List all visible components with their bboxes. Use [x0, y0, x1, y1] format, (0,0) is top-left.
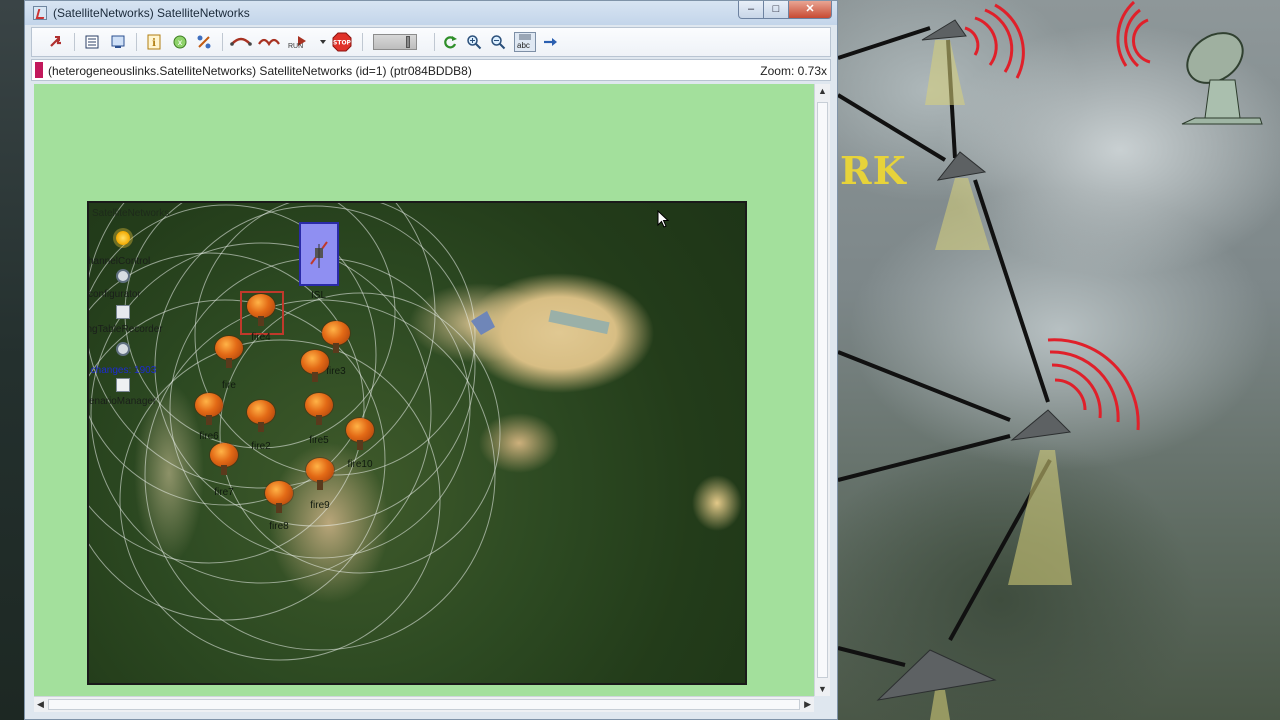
- network-area[interactable]: SatelliteNetworks channelControl configu…: [87, 201, 747, 685]
- tree-icon: [304, 393, 334, 427]
- app-icon: [33, 6, 47, 20]
- network-canvas[interactable]: SatelliteNetworks channelControl configu…: [34, 84, 814, 696]
- horizontal-scrollbar[interactable]: ◀ ▶: [34, 696, 814, 712]
- transmission-range-rings: [89, 203, 610, 661]
- table-icon[interactable]: [116, 305, 130, 319]
- toolbar-separator: [222, 33, 223, 51]
- satellite-dish-icon: [1181, 32, 1263, 125]
- drone-icon: [936, 151, 987, 181]
- tree-icon: [305, 458, 335, 492]
- vertical-scrollbar[interactable]: ▲ ▼: [814, 84, 830, 696]
- scenario-manager-label: scenarioManager: [89, 396, 157, 407]
- tree-icon: [209, 443, 239, 477]
- signal-arcs: [964, 0, 1151, 431]
- toolbar-separator: [434, 33, 435, 51]
- minimize-button[interactable]: –: [738, 1, 764, 19]
- document-icon[interactable]: [116, 378, 130, 392]
- stop-label: STOP: [333, 40, 352, 47]
- fire-node-label: fire9: [310, 500, 330, 511]
- fast-run-icon[interactable]: [258, 34, 280, 50]
- info-icon[interactable]: i: [146, 34, 162, 50]
- svg-text:x: x: [178, 38, 183, 47]
- configurator-label: configurator: [88, 289, 141, 300]
- run-label: RUN: [288, 43, 304, 50]
- network-icon[interactable]: [196, 34, 212, 50]
- scroll-left-icon[interactable]: ◀: [37, 699, 44, 710]
- cog-icon[interactable]: [116, 342, 130, 356]
- tree-icon: [246, 294, 276, 328]
- arrow-icon[interactable]: [542, 34, 558, 50]
- fire-node-label: fire2: [251, 441, 271, 452]
- back-icon[interactable]: [48, 34, 64, 50]
- module-color-marker: [35, 62, 43, 78]
- tree-icon: [300, 350, 330, 384]
- object-tree-icon[interactable]: x: [172, 34, 188, 50]
- toolbar-separator: [136, 33, 137, 51]
- tree-icon: [345, 418, 375, 452]
- fire-node-label: fire: [222, 380, 236, 391]
- cog-icon[interactable]: [116, 269, 130, 283]
- tree-icon: [264, 481, 294, 515]
- horizontal-scroll-thumb[interactable]: [48, 699, 800, 710]
- fire-node-label: fire4: [251, 332, 271, 343]
- module-path: (heterogeneouslinks.SatelliteNetworks) S…: [48, 64, 472, 78]
- svg-text:i: i: [152, 38, 156, 49]
- sun-icon[interactable]: [116, 231, 130, 245]
- show-labels-icon: [519, 34, 531, 40]
- channel-control-label: channelControl: [87, 256, 151, 267]
- satellite-icon: [310, 241, 328, 268]
- tree-icon: [214, 336, 244, 370]
- refresh-icon[interactable]: [442, 34, 458, 50]
- building-shape: [548, 309, 610, 335]
- step-icon[interactable]: [230, 34, 252, 50]
- drone-icon: [1010, 409, 1072, 441]
- toolbar-separator: [362, 33, 363, 51]
- module-info-bar: (heterogeneouslinks.SatelliteNetworks) S…: [31, 59, 831, 81]
- scroll-up-icon[interactable]: ▲: [818, 86, 827, 96]
- changes-counter: total changes: 1903: [89, 365, 157, 376]
- fire-node-label: fire6: [199, 431, 219, 442]
- routing-table-recorder-label: routingTableRecorder: [87, 324, 163, 335]
- mouse-cursor-icon: [657, 210, 669, 228]
- abc-label: abc: [517, 41, 530, 50]
- window-title: (SatelliteNetworks) SatelliteNetworks: [53, 6, 250, 20]
- run-dropdown-icon[interactable]: [318, 34, 328, 50]
- title-bar[interactable]: (SatelliteNetworks) SatelliteNetworks – …: [25, 1, 837, 25]
- scroll-down-icon[interactable]: ▼: [818, 684, 827, 694]
- network-title: SatelliteNetworks: [92, 208, 170, 219]
- sensor-cones: [925, 40, 1072, 720]
- scroll-right-icon[interactable]: ▶: [804, 699, 811, 710]
- vertical-scroll-thumb[interactable]: [817, 102, 828, 678]
- tree-icon: [194, 393, 224, 427]
- tree-icon: [246, 400, 276, 434]
- isl-label: ISL: [311, 290, 327, 301]
- background-brand-text: RK: [840, 148, 907, 193]
- stop-icon[interactable]: STOP: [332, 32, 352, 52]
- module-output-icon[interactable]: [84, 34, 100, 50]
- zoom-out-icon[interactable]: [490, 34, 506, 50]
- close-button[interactable]: ✕: [788, 1, 832, 19]
- toolbar-separator: [74, 33, 75, 51]
- fire-node-label: fire5: [309, 435, 329, 446]
- zoom-level: Zoom: 0.73x: [760, 64, 827, 78]
- fire-node-label: fire10: [347, 459, 373, 470]
- isl-satellite-node[interactable]: [299, 222, 339, 286]
- zoom-in-icon[interactable]: [466, 34, 482, 50]
- fire-node-label: fire8: [269, 521, 289, 532]
- toolbar: i x RUN STOP abc: [31, 27, 831, 57]
- maximize-button[interactable]: □: [763, 1, 789, 19]
- inspect-icon[interactable]: [110, 34, 126, 50]
- show-labels-button[interactable]: abc: [514, 32, 536, 52]
- speed-slider[interactable]: [373, 34, 417, 50]
- fire-node-label: fire7: [214, 487, 234, 498]
- simulation-window: (SatelliteNetworks) SatelliteNetworks – …: [24, 0, 838, 720]
